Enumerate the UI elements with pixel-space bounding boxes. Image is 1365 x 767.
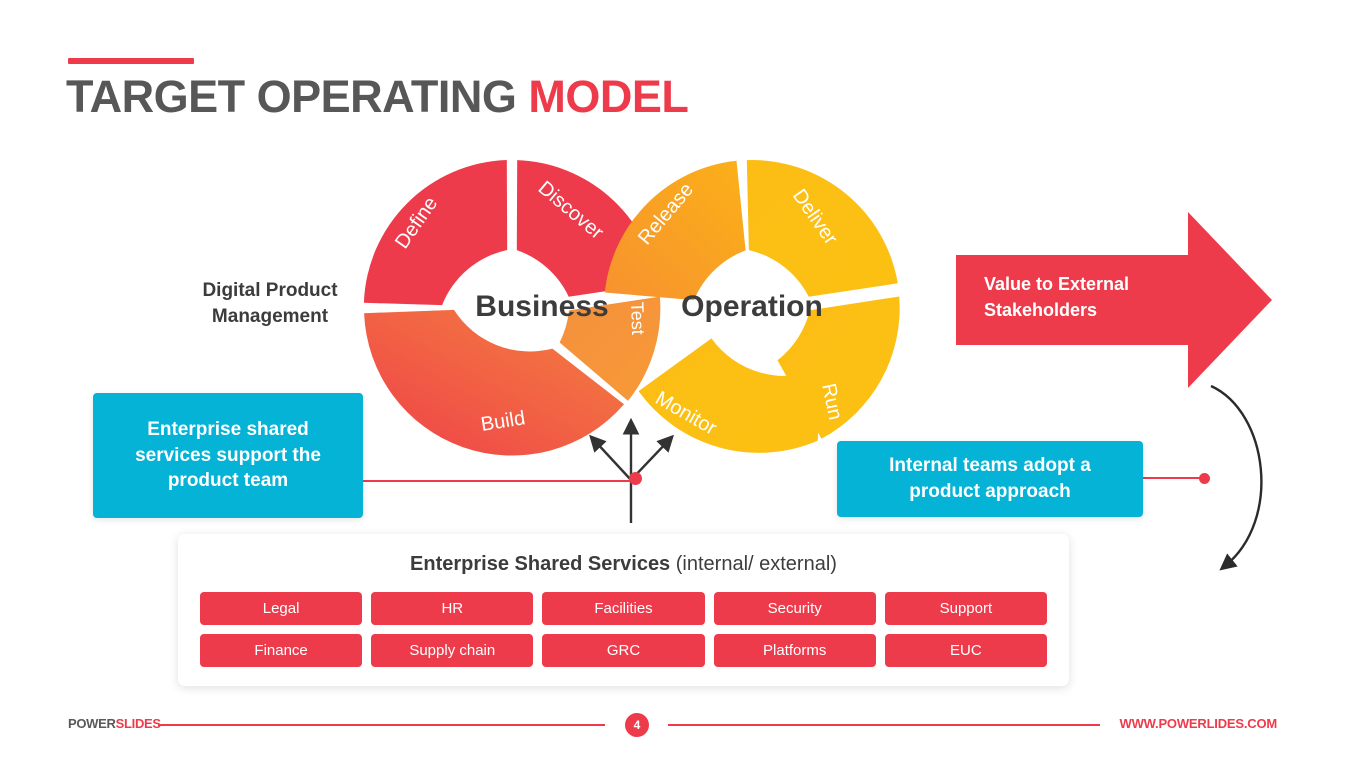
ess-chip[interactable]: Platforms bbox=[713, 634, 876, 667]
curve-arc-svg bbox=[1210, 384, 1263, 571]
upward-arrows-cluster bbox=[578, 415, 693, 525]
arrows-svg bbox=[589, 417, 674, 523]
ess-title-bold: Enterprise Shared Services bbox=[410, 553, 671, 575]
footer-rule-left bbox=[158, 724, 605, 726]
ess-title-normal: (internal/ external) bbox=[675, 553, 837, 575]
ess-panel-title: Enterprise Shared Services (internal/ ex… bbox=[178, 553, 1069, 576]
footer-rule-right bbox=[668, 724, 1100, 726]
footer-page-number: 4 bbox=[625, 713, 649, 737]
feedback-loop-arc bbox=[1190, 370, 1300, 585]
digital-product-management-label: Digital Product Management bbox=[160, 278, 380, 329]
ess-chip[interactable]: EUC bbox=[884, 634, 1047, 667]
title-accent-rule bbox=[68, 58, 194, 64]
ess-chip-grid: Legal HR Facilities Security Support Fin… bbox=[200, 592, 1047, 667]
arc-path bbox=[1210, 384, 1263, 571]
ess-chip[interactable]: Facilities bbox=[542, 592, 705, 625]
footer-logo: POWERSLIDES bbox=[68, 716, 161, 731]
ess-chip[interactable]: Support bbox=[884, 592, 1047, 625]
footer-logo-accent: SLIDES bbox=[115, 716, 161, 731]
arrow-up-left bbox=[589, 434, 632, 481]
enterprise-shared-services-panel: Enterprise Shared Services (internal/ ex… bbox=[178, 534, 1069, 686]
ess-chip[interactable]: Legal bbox=[200, 592, 363, 625]
connector-line-left bbox=[363, 480, 635, 482]
ess-chip[interactable]: Finance bbox=[200, 634, 363, 667]
ring-center-business: Business bbox=[475, 290, 609, 323]
callout-enterprise-shared-services[interactable]: Enterprise shared services support the p… bbox=[93, 393, 363, 518]
dpm-line-2: Management bbox=[211, 305, 329, 327]
callout-internal-teams[interactable]: Internal teams adopt a product approach bbox=[837, 441, 1143, 517]
value-arrow-label: Value to External Stakeholders bbox=[984, 272, 1194, 323]
ess-chip[interactable]: GRC bbox=[542, 634, 705, 667]
page-title-main: TARGET OPERATING bbox=[66, 71, 517, 122]
dpm-line-1: Digital Product bbox=[202, 280, 338, 301]
callout-left-text: Enterprise shared services support the p… bbox=[135, 419, 321, 492]
slide-canvas: TARGET OPERATING MODEL Digital Product M… bbox=[0, 0, 1365, 767]
footer-url[interactable]: WWW.POWERLIDES.COM bbox=[1120, 716, 1278, 731]
value-arrow-line-2: Stakeholders bbox=[984, 299, 1098, 320]
ess-chip[interactable]: HR bbox=[371, 592, 534, 625]
ess-chip[interactable]: Supply chain bbox=[371, 634, 534, 667]
page-title-accent: MODEL bbox=[528, 71, 689, 122]
connector-hub-dot bbox=[629, 472, 642, 485]
ring-center-operation: Operation bbox=[681, 290, 823, 323]
callout-right-text: Internal teams adopt a product approach bbox=[889, 455, 1091, 502]
value-arrow-line-1: Value to External bbox=[984, 274, 1130, 294]
footer-logo-main: POWER bbox=[68, 716, 116, 731]
ess-chip[interactable]: Security bbox=[713, 592, 876, 625]
page-title: TARGET OPERATING MODEL bbox=[66, 71, 689, 122]
ring-segment-define bbox=[363, 160, 508, 306]
